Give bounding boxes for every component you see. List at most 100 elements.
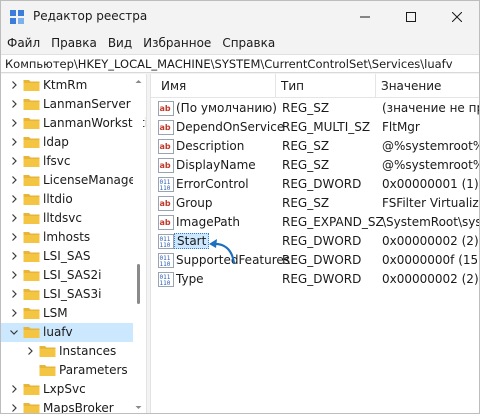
- chevron-right-icon[interactable]: [9, 118, 19, 128]
- tree-item[interactable]: lltdio: [1, 190, 136, 209]
- svg-text:ab: ab: [160, 104, 171, 113]
- menu-help[interactable]: Справка: [216, 33, 280, 53]
- address-path: Компьютер\HKEY_LOCAL_MACHINE\SYSTEM\Curr…: [5, 57, 453, 71]
- values-list: Имя Тип Значение ab (По умолчанию) REG_SZ (…: [151, 74, 479, 413]
- chevron-right-icon[interactable]: [9, 156, 19, 166]
- tree-item-label: lmhosts: [43, 230, 91, 244]
- value-type: REG_DWORD: [282, 253, 362, 267]
- value-row[interactable]: 011 110 Type REG_DWORD 0x00000002 (2): [151, 270, 479, 289]
- tree-item-label: LSI_SAS3i: [43, 287, 102, 301]
- tree-item[interactable]: Instances: [1, 342, 136, 361]
- tree-item[interactable]: luafv: [1, 323, 136, 342]
- chevron-right-icon[interactable]: [9, 80, 19, 90]
- tree-item[interactable]: LicenseManager: [1, 171, 141, 190]
- tree-item[interactable]: LSI_SAS2i: [1, 266, 136, 285]
- chevron-right-icon[interactable]: [9, 194, 19, 204]
- chevron-right-icon[interactable]: [9, 175, 19, 185]
- folder-icon: [23, 118, 40, 129]
- minimize-button[interactable]: [342, 1, 388, 33]
- close-button[interactable]: [434, 1, 479, 33]
- tree-item[interactable]: LSM: [1, 304, 136, 323]
- tree-item[interactable]: MapsBroker: [1, 399, 136, 414]
- folder-icon: [23, 156, 40, 167]
- chevron-right-icon[interactable]: [9, 232, 19, 242]
- value-type: REG_SZ: [282, 196, 330, 210]
- svg-text:ab: ab: [160, 199, 171, 208]
- scroll-down-icon[interactable]: [135, 404, 142, 411]
- value-row[interactable]: ab DisplayName REG_SZ @%systemroot%\system3…: [151, 156, 479, 175]
- chevron-right-icon[interactable]: [9, 137, 19, 147]
- svg-text:ab: ab: [160, 142, 171, 151]
- value-name: ErrorControl: [176, 177, 249, 191]
- folder-icon: [23, 80, 40, 91]
- column-header-value[interactable]: Значение: [376, 74, 479, 98]
- tree-item-label: lltdio: [43, 192, 73, 206]
- value-type: REG_SZ: [282, 139, 330, 153]
- string-value-icon: ab: [158, 196, 174, 211]
- string-value-icon: ab: [158, 101, 174, 116]
- minimize-icon: [360, 16, 370, 18]
- tree-item[interactable]: ldap: [1, 133, 136, 152]
- tree-item-label: MapsBroker: [43, 401, 114, 414]
- value-row[interactable]: 011 110 SupportedFeatures REG_DWORD 0x000000…: [151, 251, 479, 270]
- menu-edit[interactable]: Правка: [45, 33, 102, 53]
- tree-item[interactable]: LSI_SAS: [1, 247, 136, 266]
- column-header-name[interactable]: Имя: [151, 74, 276, 98]
- value-row[interactable]: ab Description REG_SZ @%systemroot%\system3…: [151, 137, 479, 156]
- tree-item[interactable]: lfsvc: [1, 152, 136, 171]
- tree-item[interactable]: Parameters: [1, 361, 136, 380]
- tree-item-label: LanmanServer: [43, 97, 131, 111]
- value-name: Description: [176, 139, 245, 153]
- tree-scrollbar[interactable]: [133, 74, 143, 413]
- menu-view[interactable]: Вид: [102, 33, 137, 53]
- title-bar: Редактор реестра: [1, 1, 479, 33]
- tree-item-label: lfsvc: [43, 154, 71, 168]
- value-row[interactable]: 011 110 Start REG_DWORD 0x00000002 (2): [151, 232, 479, 251]
- value-row[interactable]: ab ImagePath REG_EXPAND_SZ\SystemRoot\syst…: [151, 213, 479, 232]
- tree-item[interactable]: LanmanServer: [1, 95, 136, 114]
- chevron-right-icon[interactable]: [9, 384, 19, 394]
- svg-text:110: 110: [160, 185, 171, 192]
- tree-item[interactable]: lmhosts: [1, 228, 136, 247]
- menu-file[interactable]: Файл: [1, 33, 45, 53]
- value-row[interactable]: ab DependOnService REG_MULTI_SZ FltMgr: [151, 118, 479, 137]
- registry-editor-icon: [10, 10, 24, 24]
- binary-value-icon: 011110: [158, 234, 174, 249]
- chevron-right-icon[interactable]: [9, 213, 19, 223]
- chevron-right-icon[interactable]: [9, 289, 19, 299]
- tree-item[interactable]: LSI_SAS3i: [1, 285, 136, 304]
- address-bar[interactable]: Компьютер\HKEY_LOCAL_MACHINE\SYSTEM\Curr…: [1, 54, 479, 73]
- menu-favorites[interactable]: Избранное: [137, 33, 216, 53]
- svg-text:110: 110: [160, 242, 171, 249]
- value-name: (По умолчанию): [176, 101, 277, 115]
- value-row[interactable]: ab (По умолчанию) REG_SZ (значение не присв…: [151, 99, 479, 118]
- svg-text:ab: ab: [160, 123, 171, 132]
- binary-value-icon: 011110: [158, 272, 174, 287]
- tree-item[interactable]: LanmanWorkstation: [1, 114, 146, 133]
- chevron-right-icon[interactable]: [9, 99, 19, 109]
- tree-item-label: lltdsvc: [43, 211, 82, 225]
- tree-item[interactable]: LxpSvc: [1, 380, 136, 399]
- tree-item-label: ldap: [43, 135, 69, 149]
- maximize-button[interactable]: [388, 1, 434, 33]
- value-type: REG_DWORD: [282, 234, 362, 248]
- tree-item[interactable]: KtmRm: [1, 76, 136, 95]
- chevron-right-icon[interactable]: [9, 270, 19, 280]
- chevron-right-icon[interactable]: [9, 308, 19, 318]
- value-row[interactable]: 011 110 ErrorControl REG_DWORD 0x00000001 (1…: [151, 175, 479, 194]
- chevron-right-icon[interactable]: [9, 251, 19, 261]
- close-icon: [452, 12, 462, 22]
- chevron-down-icon[interactable]: [9, 327, 19, 337]
- chevron-right-icon[interactable]: [25, 346, 35, 356]
- scroll-thumb[interactable]: [137, 264, 140, 304]
- string-value-icon: ab: [158, 215, 174, 230]
- column-header-type[interactable]: Тип: [276, 74, 376, 98]
- scroll-up-icon[interactable]: [135, 78, 142, 85]
- tree-item-label: luafv: [43, 325, 73, 339]
- tree-item-label: Parameters: [59, 363, 128, 377]
- value-name: Type: [176, 272, 204, 286]
- tree-item[interactable]: lltdsvc: [1, 209, 136, 228]
- chevron-right-icon[interactable]: [9, 403, 19, 413]
- folder-icon: [23, 403, 40, 413]
- value-row[interactable]: ab Group REG_SZ FSFilter Virtualization: [151, 194, 479, 213]
